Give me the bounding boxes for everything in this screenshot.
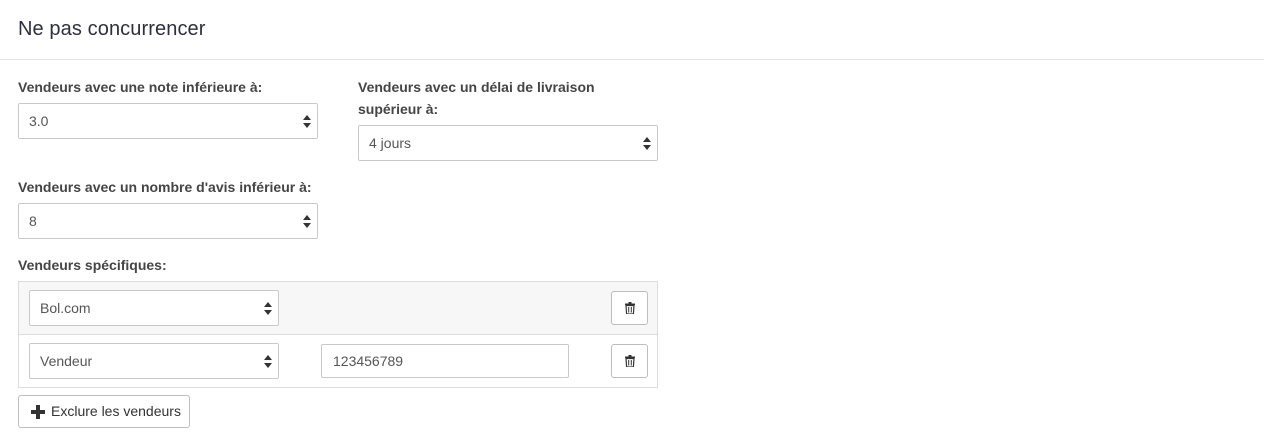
reviews-label: Vendeurs avec un nombre d'avis inférieur… [18,179,312,195]
delete-row-button[interactable] [611,291,648,325]
rating-select[interactable]: 3.0 [18,103,318,139]
delivery-select[interactable]: 4 jours [358,125,658,161]
table-row: Vendeur 123456789 [19,335,657,387]
page-header: Ne pas concurrencer [0,0,1264,60]
page-title: Ne pas concurrencer [18,18,206,40]
seller-id-input[interactable]: 123456789 [321,344,569,378]
trash-icon [625,302,635,314]
rating-select-value: 3.0 [29,113,49,129]
plus-icon [31,405,45,419]
sort-arrows-icon [303,215,311,229]
delivery-select-value: 4 jours [369,135,412,151]
sort-arrows-icon [264,355,272,369]
reviews-select[interactable]: 8 [18,203,318,239]
table-row: Bol.com [19,282,657,335]
trash-icon [625,355,635,367]
seller-id-input-value: 123456789 [333,353,404,369]
exclude-sellers-label: Exclure les vendeurs [51,403,181,419]
delivery-label: Vendeurs avec un délai de livraison supé… [358,76,595,120]
marketplace-select-value: Bol.com [40,300,91,316]
delete-row-button[interactable] [611,344,648,378]
seller-type-select-value: Vendeur [40,353,93,369]
delivery-label-line1: Vendeurs avec un délai de livraison [358,79,595,95]
seller-type-select[interactable]: Vendeur [29,343,279,379]
sort-arrows-icon [264,302,272,316]
exclude-sellers-button[interactable]: Exclure les vendeurs [18,395,190,428]
reviews-select-value: 8 [29,213,37,229]
specific-sellers-table: Bol.com Vendeur 123456789 [18,281,658,388]
specific-sellers-label: Vendeurs spécifiques: [18,257,167,273]
sort-arrows-icon [303,115,311,129]
delivery-label-line2: supérieur à: [358,101,439,117]
sort-arrows-icon [643,137,651,151]
rating-label: Vendeurs avec une note inférieure à: [18,79,263,95]
marketplace-select[interactable]: Bol.com [29,290,279,326]
